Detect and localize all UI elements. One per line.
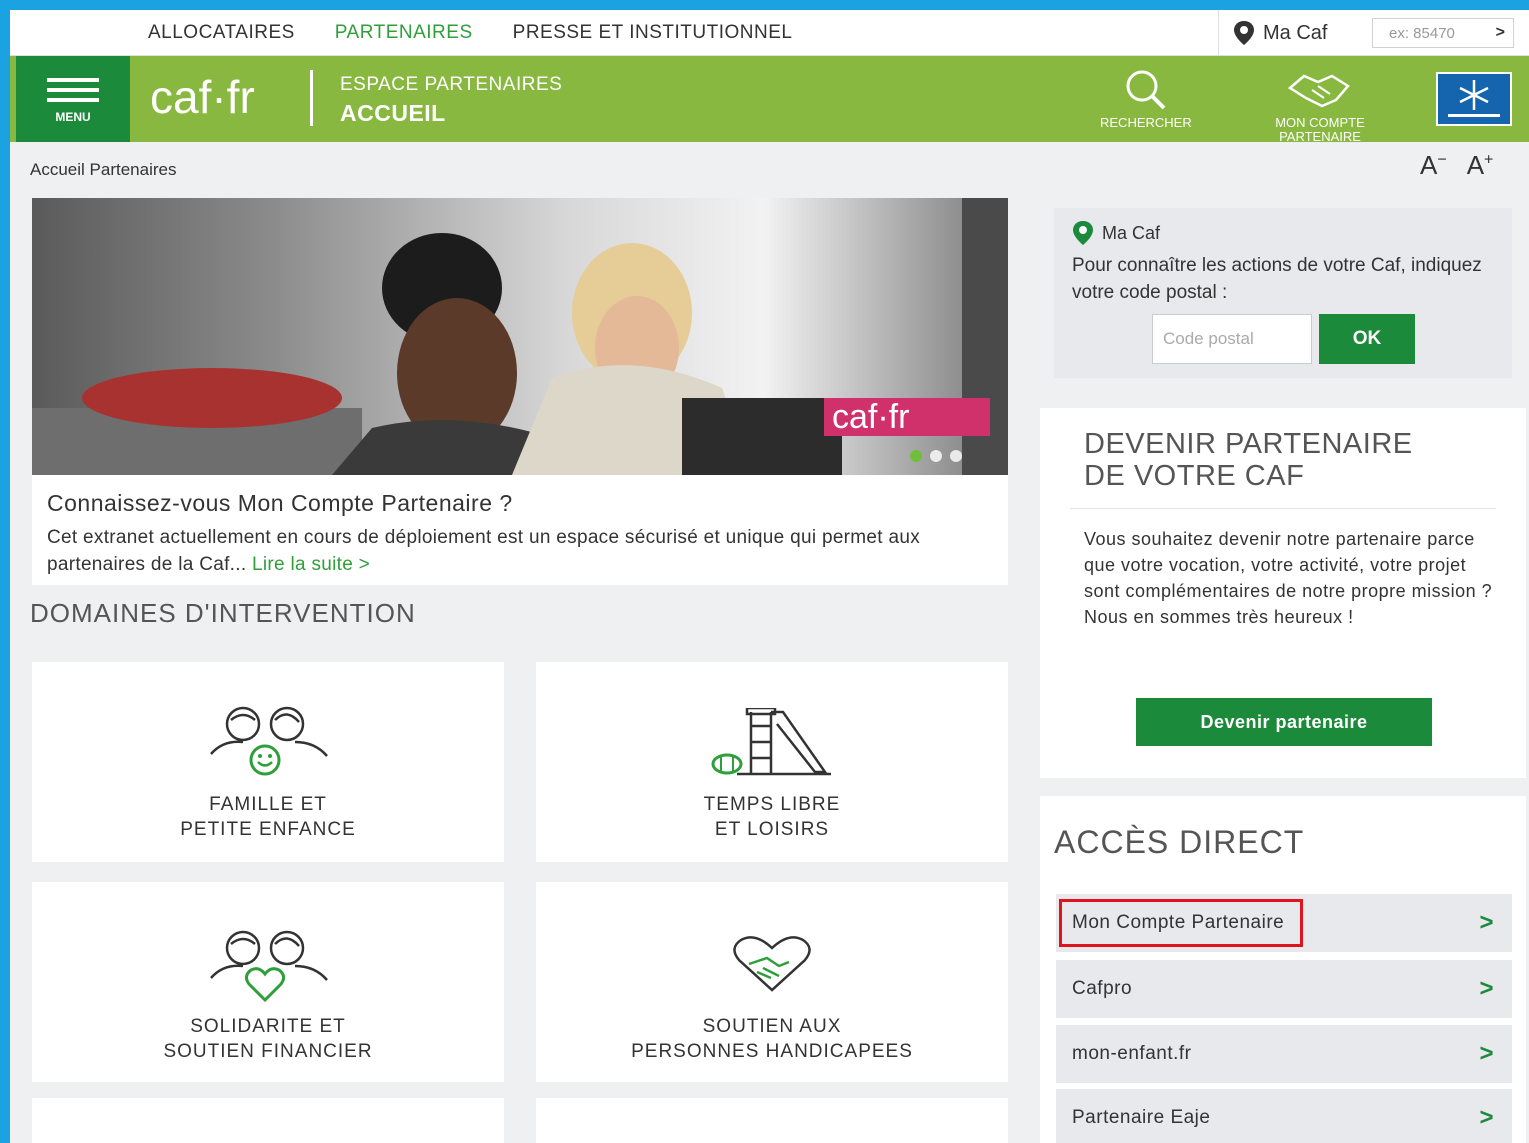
code-postal-input[interactable]: Code postal — [1152, 314, 1312, 364]
acces-direct-panel: ACCÈS DIRECT Mon Compte Partenaire > Caf… — [1040, 796, 1526, 1143]
acces-item-mon-compte[interactable]: Mon Compte Partenaire > — [1056, 894, 1512, 952]
carousel-photo: caf·fr — [32, 198, 1008, 475]
devenir-text: Vous souhaitez devenir notre partenaire … — [1084, 529, 1493, 627]
top-navigation: ALLOCATAIRES PARTENAIRES PRESSE ET INSTI… — [10, 10, 1529, 56]
read-more-link[interactable]: Lire la suite > — [252, 554, 370, 575]
ma-caf-widget-title: Ma Caf — [1072, 220, 1160, 246]
font-decrease-button[interactable]: A− — [1420, 150, 1447, 181]
devenir-partenaire-panel: DEVENIR PARTENAIRE DE VOTRE CAF Vous sou… — [1040, 408, 1526, 778]
tile-famille[interactable]: FAMILLE ET PETITE ENFANCE — [32, 662, 504, 862]
acces-item-label: Cafpro — [1072, 978, 1133, 999]
carousel-dot[interactable] — [910, 450, 922, 462]
site-header: MENU caf·fr ESPACE PARTENAIRES ACCUEIL R… — [10, 56, 1529, 144]
ma-caf-description: Pour connaître les actions de votre Caf,… — [1072, 255, 1482, 303]
handshake-icon — [1287, 74, 1350, 108]
postal-code-placeholder: ex: 85470 — [1389, 24, 1455, 42]
news-carousel[interactable]: caf·fr Connaissez-vous Mon Compte Parten… — [32, 198, 1008, 585]
nav-presse[interactable]: PRESSE ET INSTITUTIONNEL — [513, 22, 793, 44]
font-increase-sign: + — [1484, 151, 1494, 169]
chevron-right-icon: > — [1479, 1040, 1494, 1067]
font-increase-button[interactable]: A+ — [1467, 150, 1494, 181]
acces-item-label: Partenaire Eaje — [1072, 1107, 1211, 1128]
solidarity-icon — [210, 930, 328, 1003]
chevron-right-icon: > — [1479, 1104, 1494, 1131]
hamburger-icon-bar — [47, 97, 99, 102]
espace-title: ESPACE PARTENAIRES ACCUEIL — [340, 74, 562, 127]
tile-solidarite[interactable]: SOLIDARITE ET SOUTIEN FINANCIER — [32, 882, 504, 1082]
tile-label-line2: PETITE ENFANCE — [180, 819, 356, 840]
font-decrease-sign: − — [1437, 151, 1447, 169]
page-title: ACCUEIL — [340, 100, 446, 126]
hamburger-icon — [47, 77, 99, 82]
acces-item-mon-enfant[interactable]: mon-enfant.fr > — [1056, 1025, 1512, 1083]
search-button[interactable]: RECHERCHER — [1100, 68, 1192, 130]
nav-allocataires[interactable]: ALLOCATAIRES — [148, 22, 295, 44]
search-label: RECHERCHER — [1100, 115, 1192, 130]
tile-label-line2: ET LOISIRS — [714, 819, 830, 840]
caf-emblem-logo — [1436, 72, 1512, 126]
carousel-title[interactable]: Connaissez-vous Mon Compte Partenaire ? — [47, 490, 513, 517]
ma-caf-widget-label: Ma Caf — [1102, 222, 1161, 243]
hamburger-icon-bar — [47, 87, 99, 92]
caf-badge: caf·fr — [824, 398, 990, 436]
account-button[interactable]: MON COMPTE PARTENAIRE — [1260, 68, 1380, 144]
ma-caf-widget: Ma Caf Pour connaître les actions de vot… — [1054, 208, 1512, 378]
carousel-dots — [910, 450, 962, 462]
nav-partenaires[interactable]: PARTENAIRES — [335, 22, 473, 44]
acces-direct-title: ACCÈS DIRECT — [1054, 824, 1305, 860]
tile-label-line1: SOUTIEN AUX — [702, 1016, 842, 1037]
logo-divider — [310, 70, 313, 126]
devenir-title-line1: DEVENIR PARTENAIRE — [1084, 428, 1413, 460]
search-icon — [1126, 70, 1166, 110]
carousel-description: Cet extranet actuellement en cours de dé… — [47, 527, 920, 575]
chevron-right-icon: > — [1479, 909, 1494, 936]
acces-item-eaje[interactable]: Partenaire Eaje > — [1056, 1089, 1512, 1143]
menu-label: MENU — [55, 109, 91, 124]
font-increase-letter: A — [1466, 150, 1485, 180]
caf-logo[interactable]: caf·fr — [150, 70, 255, 124]
tile-label-line1: FAMILLE ET — [209, 794, 327, 815]
tile-label-line1: SOLIDARITE ET — [190, 1016, 346, 1037]
tile-label-line2: SOUTIEN FINANCIER — [163, 1041, 373, 1062]
font-size-controls: A− A+ — [1420, 150, 1493, 181]
tile-label-line1: TEMPS LIBRE — [703, 794, 841, 815]
acces-item-label: mon-enfant.fr — [1072, 1043, 1192, 1064]
ma-caf-link[interactable]: Ma Caf — [1218, 10, 1370, 56]
devenir-partenaire-button[interactable]: Devenir partenaire — [1136, 698, 1432, 746]
chevron-right-icon: > — [1479, 975, 1494, 1002]
ma-caf-label: Ma Caf — [1263, 21, 1328, 44]
menu-button[interactable]: MENU — [16, 56, 130, 142]
breadcrumb[interactable]: Accueil Partenaires — [30, 160, 176, 180]
carousel-dot[interactable] — [930, 450, 942, 462]
location-pin-icon — [1234, 21, 1254, 45]
family-icon — [210, 706, 328, 776]
account-label-2: PARTENAIRE — [1279, 129, 1361, 144]
account-label-1: MON COMPTE — [1275, 115, 1365, 130]
domaines-title: DOMAINES D'INTERVENTION — [30, 598, 416, 628]
devenir-title: DEVENIR PARTENAIRE DE VOTRE CAF — [1084, 428, 1413, 492]
audience-links: ALLOCATAIRES PARTENAIRES PRESSE ET INSTI… — [148, 22, 792, 44]
postal-code-search[interactable]: ex: 85470 > — [1372, 18, 1514, 48]
carousel-text: Cet extranet actuellement en cours de dé… — [47, 524, 997, 578]
acces-item-label: Mon Compte Partenaire — [1058, 899, 1304, 947]
tile-handicap[interactable]: SOUTIEN AUX PERSONNES HANDICAPEES — [536, 882, 1008, 1082]
ok-button[interactable]: OK — [1319, 314, 1415, 364]
tile-partial[interactable] — [32, 1098, 504, 1143]
font-decrease-letter: A — [1420, 150, 1438, 180]
location-pin-icon — [1073, 221, 1093, 245]
carousel-dot[interactable] — [950, 450, 962, 462]
devenir-title-line2: DE VOTRE CAF — [1084, 460, 1305, 492]
acces-item-cafpro[interactable]: Cafpro > — [1056, 960, 1512, 1018]
tile-loisirs[interactable]: TEMPS LIBRE ET LOISIRS — [536, 662, 1008, 862]
page-frame: ALLOCATAIRES PARTENAIRES PRESSE ET INSTI… — [10, 10, 1529, 1143]
tile-label-line2: PERSONNES HANDICAPEES — [631, 1041, 913, 1062]
tile-partial[interactable] — [536, 1098, 1008, 1143]
handshake-heart-icon — [733, 936, 811, 992]
divider — [1070, 508, 1496, 509]
snowflake-emblem-icon — [1448, 80, 1500, 117]
playground-icon — [711, 708, 831, 776]
espace-subtitle: ESPACE PARTENAIRES — [340, 74, 563, 95]
chevron-right-icon[interactable]: > — [1496, 24, 1505, 42]
